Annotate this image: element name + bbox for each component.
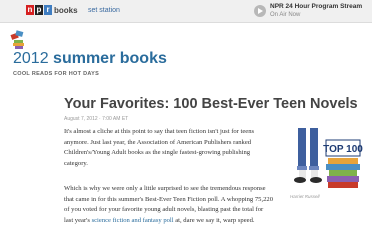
- site-header: n p r books set station NPR 24 Hour Prog…: [0, 0, 372, 23]
- logo-letter-p: p: [35, 5, 43, 15]
- play-icon[interactable]: [254, 5, 266, 17]
- logo-letter-n: n: [26, 5, 34, 15]
- top-100-label: TOP 100: [323, 144, 363, 155]
- program-stream-player[interactable]: NPR 24 Hour Program Stream On Air Now: [254, 3, 372, 20]
- section-label[interactable]: books: [54, 6, 78, 15]
- poll-link[interactable]: science fiction and fantasy poll: [92, 217, 174, 224]
- article-dateline: August 7, 2012 · 7:00 AM ET: [64, 116, 129, 122]
- image-caption: Harriet Russell: [290, 194, 320, 199]
- banner-title-text: summer books: [53, 50, 167, 67]
- article-image[interactable]: TOP 100: [284, 128, 364, 194]
- banner-title[interactable]: 2012 summer books: [13, 50, 167, 68]
- paragraph-2: Which is why we were only a little surpr…: [64, 184, 274, 226]
- stream-subtitle: On Air Now: [270, 12, 301, 18]
- set-station-link[interactable]: set station: [88, 7, 120, 14]
- npr-logo[interactable]: n p r: [26, 5, 53, 15]
- paragraph-2-end: at, dare we say it, warp speed.: [173, 216, 255, 224]
- book-stack-icon: [10, 30, 24, 49]
- article-headline: Your Favorites: 100 Best-Ever Teen Novel…: [64, 96, 358, 112]
- stream-title[interactable]: NPR 24 Hour Program Stream: [270, 3, 362, 10]
- paragraph-1: It's almost a cliche at this point to sa…: [64, 128, 255, 167]
- logo-letter-r: r: [44, 5, 52, 15]
- banner-year: 2012: [13, 50, 49, 67]
- banner-tagline: COOL READS FOR HOT DAYS: [13, 71, 100, 77]
